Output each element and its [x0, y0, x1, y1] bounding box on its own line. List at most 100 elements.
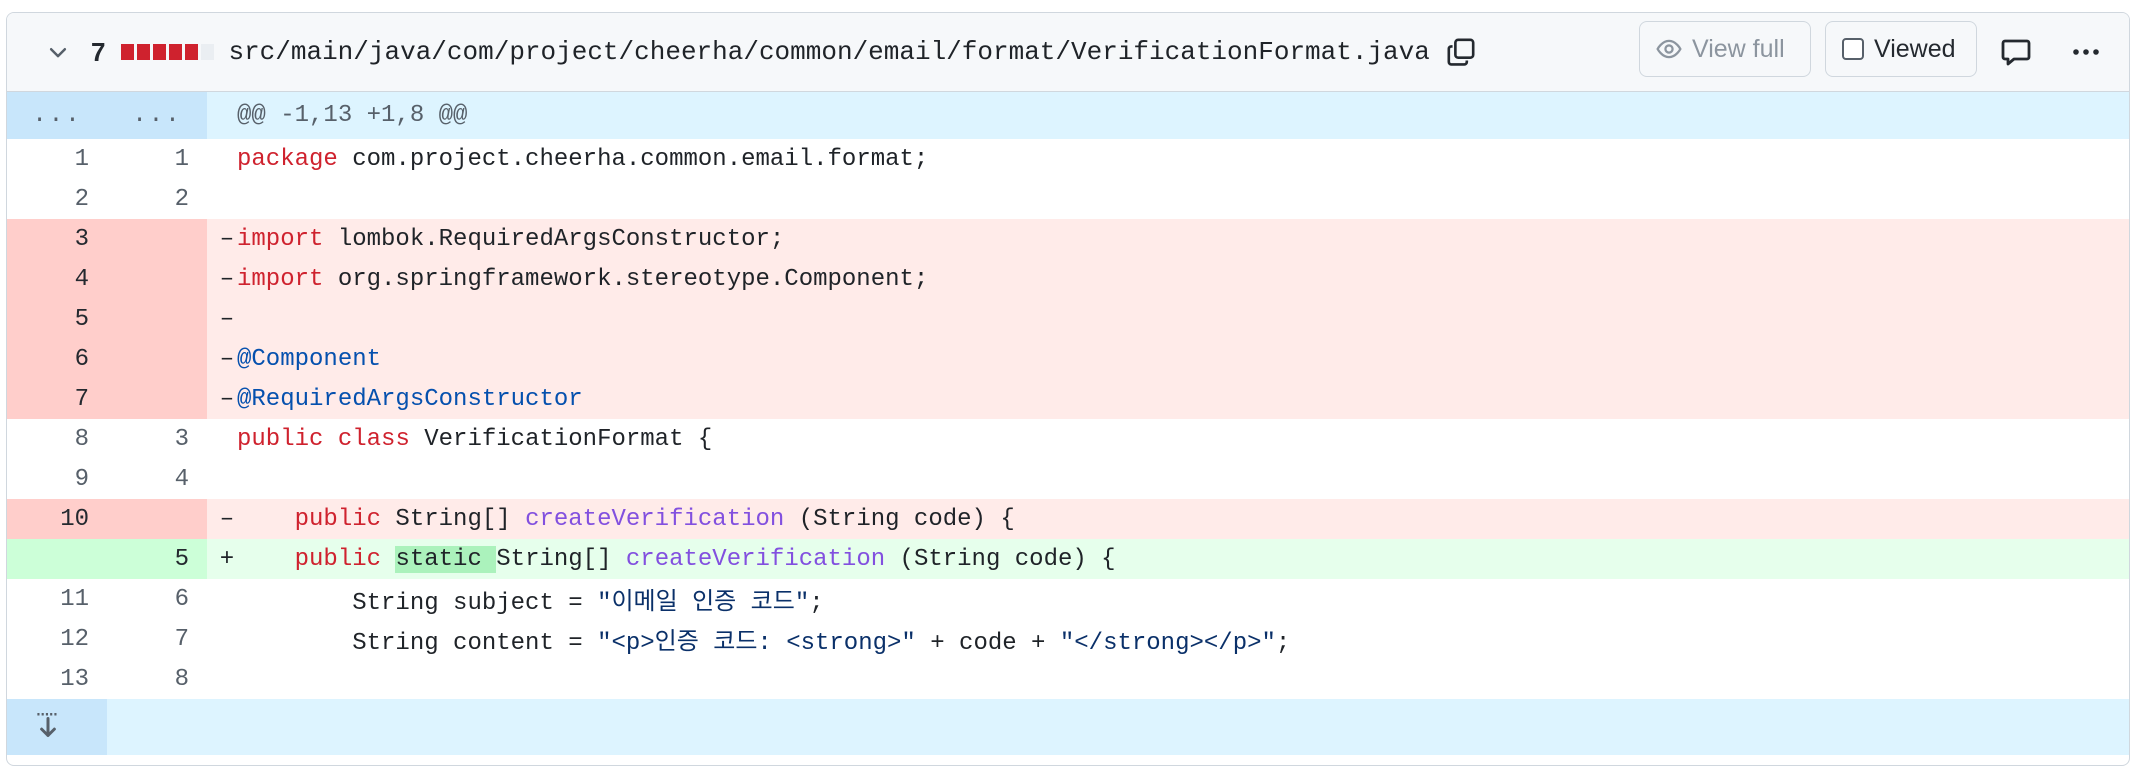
- diff-sign: [207, 179, 237, 219]
- code-token: String[]: [496, 545, 626, 573]
- code-token: org.springframework.stereotype.Component…: [323, 265, 929, 293]
- diffstat-block: [169, 44, 183, 60]
- deleted-line: 7 – @RequiredArgsConstructor: [7, 379, 2129, 419]
- code-content: [237, 299, 2129, 339]
- diffstat-block: [153, 44, 167, 60]
- old-line-number[interactable]: 8: [7, 419, 107, 459]
- code-token: @Component: [237, 345, 382, 373]
- viewed-label: Viewed: [1874, 34, 1956, 63]
- old-line-number[interactable]: 2: [7, 179, 107, 219]
- old-line-number[interactable]: 13: [7, 659, 107, 699]
- diff-sign: [207, 579, 237, 619]
- old-line-number[interactable]: 9: [7, 459, 107, 499]
- code-token: (String code) {: [885, 545, 1116, 573]
- new-line-number[interactable]: 3: [107, 419, 207, 459]
- chevron-down-icon[interactable]: [43, 37, 73, 67]
- new-line-number[interactable]: 4: [107, 459, 207, 499]
- hunk-header-row: ... ... @@ -1,13 +1,8 @@: [7, 92, 2129, 139]
- code-token: @RequiredArgsConstructor: [237, 385, 583, 413]
- code-token: package: [237, 145, 338, 173]
- code-content: [237, 459, 2129, 499]
- new-line-number[interactable]: [107, 499, 207, 539]
- expand-row-filler: [107, 699, 2129, 755]
- code-content: import lombok.RequiredArgsConstructor;: [237, 219, 2129, 259]
- old-line-number[interactable]: 1: [7, 139, 107, 179]
- new-line-number[interactable]: 5: [107, 539, 207, 579]
- diff-sign: –: [207, 219, 237, 259]
- eye-icon: [1656, 36, 1682, 62]
- old-line-number[interactable]: 10: [7, 499, 107, 539]
- new-line-number[interactable]: [107, 219, 207, 259]
- diff-sign: [207, 139, 237, 179]
- new-line-number[interactable]: 1: [107, 139, 207, 179]
- code-token: public: [294, 505, 382, 533]
- code-token: import: [237, 225, 324, 253]
- old-line-number[interactable]: 3: [7, 219, 107, 259]
- old-line-number[interactable]: 6: [7, 339, 107, 379]
- code-token: public: [294, 545, 382, 573]
- expand-up-left[interactable]: ...: [7, 92, 107, 139]
- context-line: 1 1 package com.project.cheerha.common.ema…: [7, 139, 2129, 179]
- hunk-sign: [207, 92, 237, 139]
- code-token: "</strong></p>": [1059, 630, 1276, 657]
- code-content: [237, 659, 2129, 699]
- code-token: String subject =: [237, 590, 598, 617]
- view-full-button[interactable]: View full: [1639, 21, 1811, 77]
- file-diff: 7 src/main/java/com/project/cheerha/comm…: [6, 12, 2130, 766]
- diff-sign: –: [207, 339, 237, 379]
- deleted-line: 10 – public String[] createVerification (…: [7, 499, 2129, 539]
- copy-icon[interactable]: [1444, 35, 1478, 69]
- file-path[interactable]: src/main/java/com/project/cheerha/common…: [228, 37, 1429, 67]
- old-line-number[interactable]: 4: [7, 259, 107, 299]
- new-line-number[interactable]: [107, 259, 207, 299]
- unfold-down-icon[interactable]: [7, 699, 107, 755]
- code-content: String subject = "이메일 인증 코드";: [237, 579, 2129, 619]
- new-line-number[interactable]: 8: [107, 659, 207, 699]
- new-line-number[interactable]: 2: [107, 179, 207, 219]
- code-token: + code +: [915, 630, 1060, 657]
- new-line-number[interactable]: [107, 379, 207, 419]
- hunk-header: @@ -1,13 +1,8 @@: [237, 92, 2129, 139]
- code-token: String content =: [237, 630, 598, 657]
- diff-sign: [207, 619, 237, 659]
- new-line-number[interactable]: 7: [107, 619, 207, 659]
- comment-icon[interactable]: [1997, 33, 2035, 71]
- code-token: ;: [1275, 630, 1291, 657]
- context-line: 11 6 String subject = "이메일 인증 코드";: [7, 579, 2129, 619]
- code-token: createVerification: [525, 505, 785, 533]
- old-line-number[interactable]: 5: [7, 299, 107, 339]
- diff-table: ... ... @@ -1,13 +1,8 @@ 1 1 package com.p…: [7, 92, 2129, 755]
- viewed-toggle[interactable]: Viewed: [1825, 21, 1977, 77]
- expand-row: [7, 699, 2129, 755]
- file-header: 7 src/main/java/com/project/cheerha/comm…: [7, 13, 2129, 92]
- code-token: lombok.RequiredArgsConstructor;: [323, 225, 785, 253]
- diffstat-block: [185, 44, 199, 60]
- code-token: ;: [809, 590, 824, 617]
- old-line-number[interactable]: 11: [7, 579, 107, 619]
- code-token: static: [395, 545, 497, 573]
- code-token: (String code) {: [784, 505, 1015, 533]
- old-line-number[interactable]: 7: [7, 379, 107, 419]
- new-line-number[interactable]: [107, 299, 207, 339]
- old-line-number[interactable]: 12: [7, 619, 107, 659]
- diffstat-block: [201, 44, 215, 60]
- expand-up-right[interactable]: ...: [107, 92, 207, 139]
- new-line-number[interactable]: [107, 339, 207, 379]
- code-content: @RequiredArgsConstructor: [237, 379, 2129, 419]
- deleted-line: 3 – import lombok.RequiredArgsConstructor;: [7, 219, 2129, 259]
- context-line: 8 3 public class VerificationFormat {: [7, 419, 2129, 459]
- deleted-line: 6 – @Component: [7, 339, 2129, 379]
- context-line: 94: [7, 459, 2129, 499]
- code-content: public class VerificationFormat {: [237, 419, 2129, 459]
- kebab-horizontal-icon[interactable]: [2067, 33, 2105, 71]
- diff-sign: [207, 659, 237, 699]
- code-token: "이메일 인증 코드": [597, 590, 810, 617]
- diffstat-block: [121, 44, 135, 60]
- code-token: "<p>인증 코드: <strong>": [597, 630, 916, 657]
- diff-sign: –: [207, 379, 237, 419]
- new-line-number[interactable]: 6: [107, 579, 207, 619]
- viewed-checkbox[interactable]: [1842, 38, 1864, 60]
- old-line-number[interactable]: [7, 539, 107, 579]
